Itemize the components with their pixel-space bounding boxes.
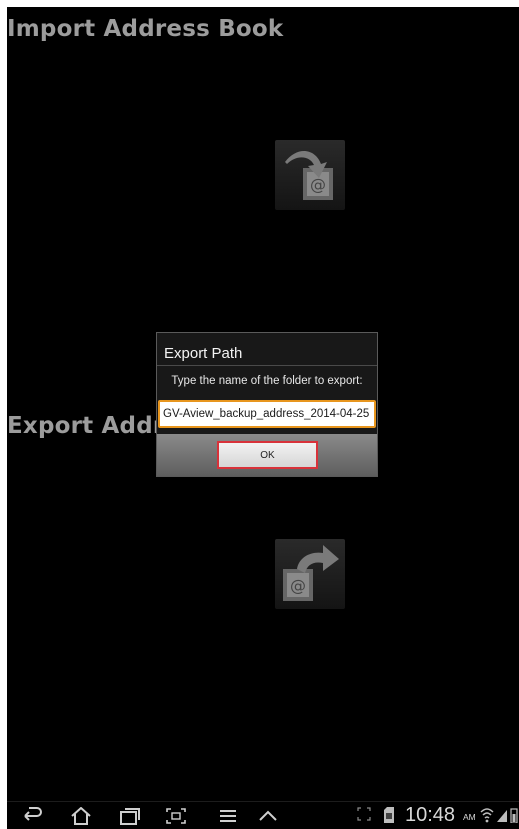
export-address-book-button[interactable]: @ <box>275 539 345 609</box>
dialog-button-bar: OK <box>157 434 377 476</box>
app-screen: Import Address Book @ Export Addre @ Exp… <box>7 7 519 801</box>
recent-apps-icon[interactable] <box>119 807 141 825</box>
svg-text:@: @ <box>310 175 326 194</box>
chevron-up-icon[interactable] <box>257 807 279 825</box>
status-time: 10:48 <box>405 804 456 826</box>
svg-text:@: @ <box>290 576 306 595</box>
home-icon[interactable] <box>70 807 92 825</box>
wifi-icon <box>480 807 494 823</box>
sd-card-icon <box>383 807 395 823</box>
signal-icon <box>496 807 508 823</box>
expand-icon <box>357 807 371 821</box>
import-address-book-button[interactable]: @ <box>275 140 345 210</box>
screen-capture-icon[interactable] <box>165 807 187 825</box>
battery-icon <box>510 807 518 823</box>
system-navigation-bar: 10:48 AM <box>7 801 519 829</box>
import-address-book-title: Import Address Book <box>7 16 284 42</box>
menu-icon[interactable] <box>217 807 239 825</box>
dialog-divider <box>157 365 377 366</box>
dialog-title: Export Path <box>164 345 243 362</box>
export-path-dialog: Export Path Type the name of the folder … <box>156 332 378 477</box>
export-address-book-title: Export Addre <box>7 413 181 439</box>
ok-button[interactable]: OK <box>217 441 318 469</box>
contact-import-icon: @ <box>285 150 333 200</box>
status-ampm: AM <box>463 812 476 822</box>
back-icon[interactable] <box>21 807 43 825</box>
folder-name-input[interactable] <box>158 400 376 428</box>
contact-export-icon: @ <box>283 545 339 601</box>
dialog-message: Type the name of the folder to export: <box>171 375 363 387</box>
